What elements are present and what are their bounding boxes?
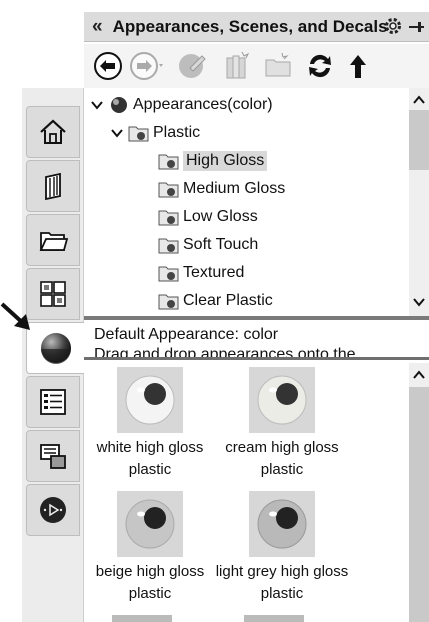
- media-player-icon: [40, 497, 66, 523]
- appearance-swatch[interactable]: cream high gloss plastic: [212, 367, 352, 481]
- gear-icon[interactable]: [383, 16, 403, 36]
- add-library-icon[interactable]: [220, 50, 252, 82]
- swatch-label: cream high gloss plastic: [225, 439, 339, 478]
- swatch-label: white high gloss plastic: [96, 439, 204, 478]
- sphere-thumbnail: [117, 367, 183, 433]
- refresh-icon[interactable]: [304, 50, 336, 82]
- swatch-label: beige high gloss plastic: [95, 563, 205, 602]
- swatch-peek: [244, 615, 304, 622]
- tab-view-palette[interactable]: [26, 268, 80, 320]
- sphere-thumbnail: [117, 491, 183, 557]
- tree-item[interactable]: Soft Touch: [158, 232, 258, 258]
- view-palette-icon: [40, 281, 66, 307]
- tree-item-label: Low Gloss: [183, 208, 258, 225]
- appearance-swatch[interactable]: light grey high gloss plastic: [212, 491, 352, 605]
- up-level-icon[interactable]: [342, 50, 374, 82]
- sphere-thumbnail: [249, 491, 315, 557]
- instruction-text: Drag and drop appearances onto the: [94, 346, 356, 360]
- tree-item-label: Textured: [183, 264, 245, 281]
- swatch-peek: [112, 615, 172, 622]
- appearance-swatch[interactable]: white high gloss plastic: [84, 367, 220, 481]
- solidworks-forum-icon: [40, 444, 66, 469]
- folder-icon: [128, 126, 149, 142]
- home-icon: [40, 119, 66, 144]
- design-library-icon: [45, 172, 61, 201]
- forward-dropdown-icon[interactable]: [128, 50, 168, 82]
- pointer-arrow-icon: [0, 302, 30, 330]
- scroll-down-icon[interactable]: [412, 296, 426, 308]
- tree-item-label: Clear Plastic: [183, 292, 273, 309]
- tree-category[interactable]: Plastic: [110, 120, 200, 146]
- back-icon[interactable]: [92, 50, 124, 82]
- folder-icon: [158, 154, 179, 170]
- scroll-thumb[interactable]: [409, 387, 429, 622]
- tree-scrollbar[interactable]: [409, 88, 429, 316]
- default-appearance-text: Default Appearance: color: [94, 326, 279, 343]
- appearance-thumbnails: white high gloss plastic cream high glos…: [84, 363, 429, 622]
- appearance-tree: Appearances(color) Plastic High Gloss Me…: [84, 88, 429, 316]
- custom-properties-icon: [40, 389, 66, 415]
- appearances-icon: [40, 333, 71, 364]
- tree-item[interactable]: High Gloss: [158, 148, 268, 174]
- panel-header: « Appearances, Scenes, and Decals: [84, 12, 429, 42]
- chevron-down-icon[interactable]: [90, 98, 104, 112]
- scroll-thumb[interactable]: [409, 110, 429, 170]
- tree-item[interactable]: Textured: [158, 260, 244, 286]
- tab-solidworks-forum[interactable]: [26, 430, 80, 482]
- tab-custom-properties[interactable]: [26, 376, 80, 428]
- tree-item[interactable]: Medium Gloss: [158, 176, 285, 202]
- pin-icon[interactable]: [407, 18, 425, 36]
- add-folder-icon[interactable]: [262, 50, 294, 82]
- appearance-sphere-icon: [111, 97, 127, 113]
- add-appearance-icon[interactable]: [176, 50, 208, 82]
- panel-title: Appearances, Scenes, and Decals: [112, 16, 388, 36]
- tree-item-label: Medium Gloss: [183, 180, 286, 197]
- tree-root[interactable]: Appearances(color): [90, 92, 273, 118]
- appearance-info: Default Appearance: color Drag and drop …: [84, 320, 429, 360]
- tree-item[interactable]: Clear Plastic: [158, 288, 273, 314]
- sphere-thumbnail: [249, 367, 315, 433]
- tab-appearances[interactable]: [26, 322, 85, 374]
- folder-icon: [158, 210, 179, 226]
- folder-icon: [158, 182, 179, 198]
- file-explorer-icon: [39, 232, 68, 251]
- scroll-up-icon[interactable]: [412, 369, 426, 381]
- tab-file-explorer[interactable]: [26, 214, 80, 266]
- tree-item-label: High Gloss: [183, 151, 268, 171]
- tree-root-label: Appearances(color): [133, 96, 273, 113]
- task-pane-tabs: [22, 88, 85, 622]
- toolbar: [84, 44, 429, 88]
- appearance-swatch[interactable]: beige high gloss plastic: [84, 491, 220, 605]
- swatch-label: light grey high gloss plastic: [215, 563, 349, 602]
- collapse-panel-icon[interactable]: «: [92, 16, 103, 38]
- folder-icon: [158, 266, 179, 282]
- tab-design-library[interactable]: [26, 160, 80, 212]
- folder-icon: [158, 238, 179, 254]
- thumbnail-scrollbar[interactable]: [409, 363, 429, 622]
- tree-item-label: Soft Touch: [183, 236, 259, 253]
- tab-home[interactable]: [26, 106, 80, 158]
- folder-icon: [158, 294, 179, 310]
- tree-item[interactable]: Low Gloss: [158, 204, 258, 230]
- chevron-down-icon[interactable]: [110, 126, 124, 140]
- tab-media-player[interactable]: [26, 484, 80, 536]
- tree-category-label: Plastic: [153, 124, 201, 141]
- scroll-up-icon[interactable]: [412, 94, 426, 106]
